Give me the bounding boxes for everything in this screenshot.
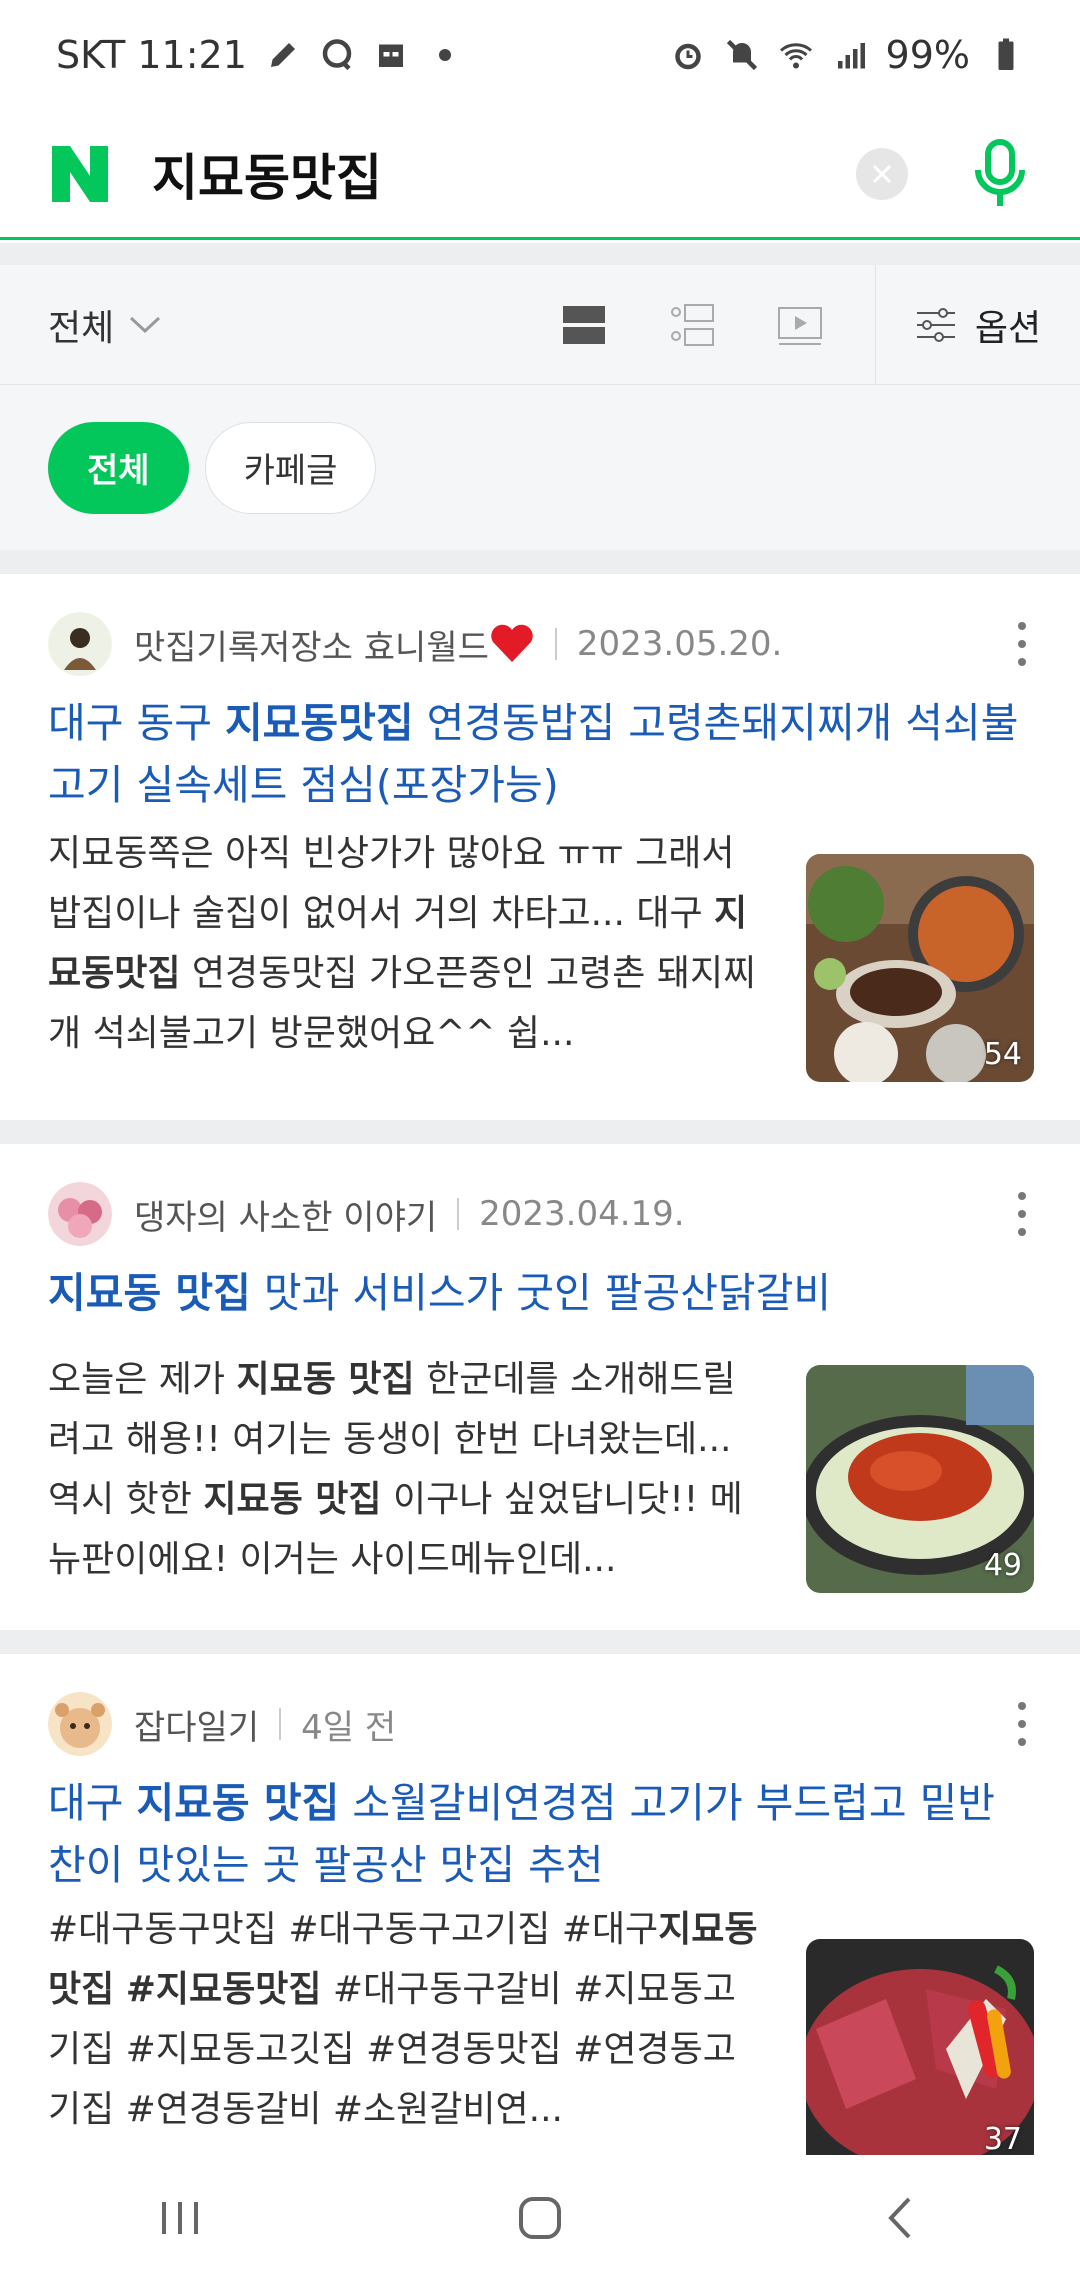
back-icon [888, 2197, 911, 2238]
back-button[interactable] [865, 2183, 935, 2253]
post-date: 2023.05.20. [576, 624, 783, 664]
naver-logo-icon[interactable] [48, 142, 112, 206]
avatar [48, 612, 112, 676]
post-date: 2023.04.19. [479, 1194, 685, 1234]
recent-apps-button[interactable] [145, 2183, 215, 2253]
battery-percent: 99% [885, 33, 970, 77]
section-divider [0, 1120, 1080, 1144]
result-meta: 맛집기록저장소 효니월드 2023.05.20. [48, 612, 1032, 676]
result-thumbnail[interactable]: 49 [806, 1365, 1034, 1593]
chip-cafe[interactable]: 카페글 [204, 421, 377, 514]
avatar [48, 1182, 112, 1246]
search-input[interactable]: 지묘동맛집 [152, 138, 856, 210]
result-meta: 잡다일기 4일 전 [48, 1692, 1032, 1756]
result-card[interactable]: 잡다일기 4일 전 대구 지묘동 맛집 소월갈비연경점 고기가 부드럽고 밑반찬… [0, 1654, 1080, 2155]
microphone-icon[interactable] [968, 138, 1032, 210]
sliders-icon [916, 307, 955, 342]
home-icon [519, 2196, 561, 2239]
result-snippet: #대구동구맛집 #대구동구고기집 #대구지묘동맛집 #지묘동맛집 #대구동구갈비… [48, 1909, 758, 2130]
result-title[interactable]: 지묘동 맛집 맛과 서비스가 굿인 팔공산닭갈비 [48, 1262, 1032, 1324]
video-view-icon[interactable] [777, 302, 823, 348]
alarm-icon [674, 43, 701, 70]
chevron-down-icon [130, 316, 161, 333]
author-name[interactable]: 댕자의 사소한 이야기 [134, 1190, 437, 1239]
chip-row: 전체 카페글 [0, 385, 1080, 550]
result-card[interactable]: 댕자의 사소한 이야기 2023.04.19. 지묘동 맛집 맛과 서비스가 굿… [0, 1144, 1080, 1630]
photo-count: 54 [983, 1037, 1022, 1072]
photo-count: 37 [983, 2122, 1022, 2155]
search-header: 지묘동맛집 [0, 110, 1080, 240]
carrier-time: SKT 11:21 [56, 33, 247, 77]
result-thumbnail[interactable]: 54 [806, 854, 1034, 1082]
list-view-icon[interactable] [561, 302, 607, 348]
author-name[interactable]: 맛집기록저장소 효니월드 [134, 620, 489, 669]
more-options-icon[interactable] [1012, 1188, 1032, 1240]
photo-count: 49 [983, 1548, 1022, 1583]
chat-icon [322, 39, 352, 71]
pen-icon [270, 43, 295, 67]
dot-icon [438, 49, 451, 61]
mute-icon [726, 39, 757, 71]
home-button[interactable] [505, 2183, 575, 2253]
wifi-icon [779, 43, 812, 69]
close-icon [872, 164, 892, 183]
status-bar: SKT 11:21 99% [0, 0, 1080, 110]
author-name[interactable]: 잡다일기 [134, 1700, 259, 1749]
result-card[interactable]: 맛집기록저장소 효니월드 2023.05.20. 대구 동구 지묘동맛집 연경동… [0, 574, 1080, 1120]
result-thumbnail[interactable]: 37 [806, 1939, 1034, 2155]
options-label: 옵션 [974, 307, 1042, 349]
heart-icon [491, 624, 533, 662]
result-title[interactable]: 대구 동구 지묘동맛집 연경동밥집 고령촌돼지찌개 석쇠불고기 실속세트 점심(… [48, 692, 1032, 816]
thumbnail-view-icon[interactable] [669, 302, 715, 348]
result-snippet: 지묘동쪽은 아직 빈상가가 많아요 ㅠㅠ 그래서 밥집이나 술집이 없어서 거의… [48, 833, 757, 1054]
section-divider [0, 1630, 1080, 1654]
result-meta: 댕자의 사소한 이야기 2023.04.19. [48, 1182, 1032, 1246]
system-navigation-bar [0, 2155, 1080, 2280]
scope-dropdown[interactable]: 전체 [48, 299, 561, 351]
clear-search-button[interactable] [856, 147, 908, 200]
scope-label: 전체 [48, 307, 115, 349]
post-date: 4일 전 [301, 1707, 397, 1748]
chip-all[interactable]: 전체 [48, 421, 189, 514]
avatar [48, 1692, 112, 1756]
recent-apps-icon [162, 2201, 198, 2234]
calendar-icon [378, 44, 403, 67]
section-gap [0, 243, 1080, 265]
more-options-icon[interactable] [1012, 1698, 1032, 1750]
filter-bar: 전체 옵션 [0, 264, 1080, 385]
options-button[interactable]: 옵션 [875, 264, 1080, 385]
section-divider [0, 550, 1080, 574]
result-title[interactable]: 대구 지묘동 맛집 소월갈비연경점 고기가 부드럽고 밑반찬이 맛있는 곳 팔공… [48, 1772, 1032, 1896]
signal-icon [837, 43, 865, 69]
result-snippet: 오늘은 제가 지묘동 맛집 한군데를 소개해드릴려고 해용!! 여기는 동생이 … [48, 1359, 743, 1580]
more-options-icon[interactable] [1012, 618, 1032, 670]
battery-icon [998, 38, 1014, 70]
